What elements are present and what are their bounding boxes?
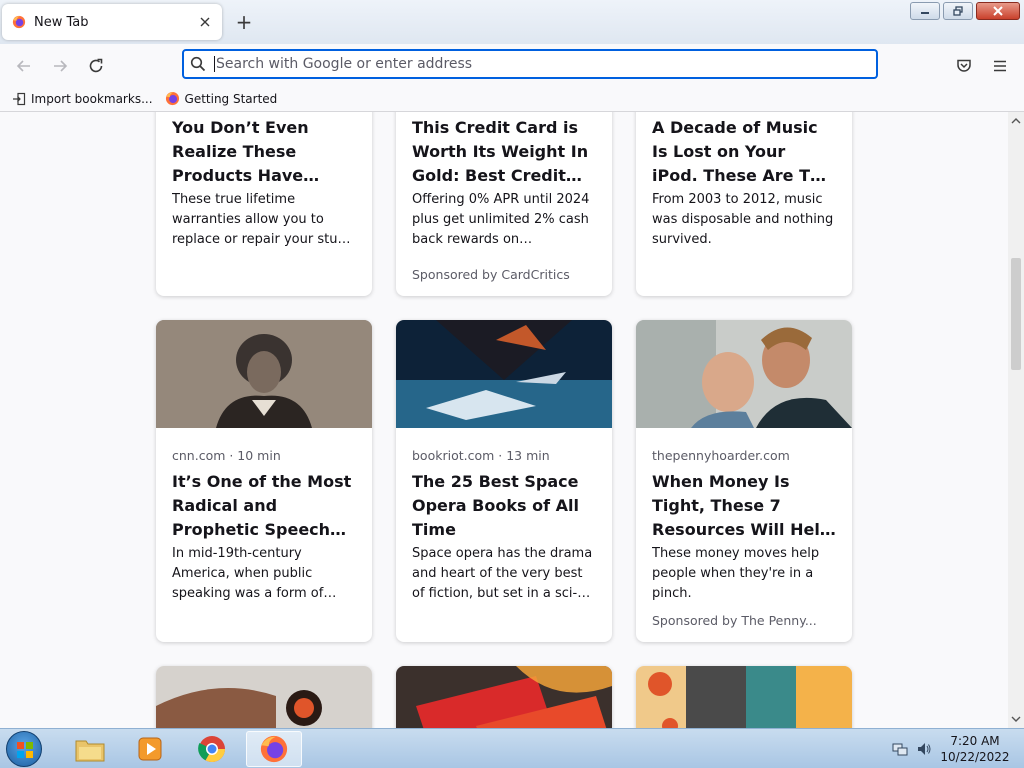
story-card[interactable]: You Don’t Even Realize These Products Ha… <box>156 112 372 296</box>
bookmarks-toolbar: Import bookmarks... Getting Started <box>0 86 1024 112</box>
pocket-button[interactable] <box>952 54 976 78</box>
tab-new-tab[interactable]: New Tab <box>2 4 222 40</box>
scroll-up-icon[interactable] <box>1011 116 1021 126</box>
address-placeholder: Search with Google or enter address <box>216 56 473 72</box>
story-title: The 25 Best Space Opera Books of All Tim… <box>412 472 579 539</box>
back-icon <box>16 60 30 72</box>
restore-icon <box>953 6 963 16</box>
close-icon <box>993 6 1003 16</box>
address-bar[interactable]: Search with Google or enter address <box>182 49 878 79</box>
bookmark-label: Import bookmarks... <box>31 91 153 106</box>
story-thumbnail <box>396 320 612 428</box>
story-excerpt: Offering 0% APR until 2024 plus get unli… <box>412 192 590 247</box>
bookmark-import[interactable]: Import bookmarks... <box>12 92 153 106</box>
forward-icon <box>54 60 68 72</box>
pocket-icon <box>957 59 971 72</box>
story-excerpt: From 2003 to 2012, music was disposable … <box>652 192 834 247</box>
sponsor-label: Sponsored by CardCritics <box>412 267 570 282</box>
back-button[interactable] <box>12 54 36 78</box>
title-bar: New Tab + <box>0 0 1024 44</box>
story-card[interactable]: A Decade of Music Is Lost on Your iPod. … <box>636 112 852 296</box>
tab-title: New Tab <box>34 14 89 30</box>
media-player-icon <box>138 737 162 761</box>
story-excerpt: Space opera has the drama and heart of t… <box>412 546 593 601</box>
story-thumbnail <box>156 320 372 428</box>
reload-button[interactable] <box>84 54 108 78</box>
system-tray: 7:20 AM 10/22/2022 <box>892 733 1010 765</box>
story-title: This Credit Card is Worth Its Weight In … <box>412 118 589 185</box>
firefox-icon <box>165 91 179 106</box>
explorer-icon <box>75 740 105 762</box>
story-thumbnail <box>636 320 852 428</box>
close-icon[interactable] <box>198 15 212 29</box>
bookmark-label: Getting Started <box>184 91 278 106</box>
story-source: bookriot.com · 13 min <box>412 448 550 463</box>
clock-time: 7:20 AM <box>950 734 1000 748</box>
window-controls <box>910 2 1020 20</box>
story-card[interactable] <box>156 666 372 728</box>
app-menu-button[interactable] <box>988 54 1012 78</box>
scrollbar-thumb[interactable] <box>1011 258 1021 370</box>
new-tab-page: You Don’t Even Realize These Products Ha… <box>0 112 1008 728</box>
story-excerpt: These true lifetime warranties allow you… <box>172 192 347 247</box>
restore-button[interactable] <box>943 2 973 20</box>
story-card[interactable]: This Credit Card is Worth Its Weight In … <box>396 112 612 296</box>
story-excerpt: These money moves help people when they'… <box>652 546 820 601</box>
text-caret <box>214 56 215 72</box>
firefox-icon <box>12 15 26 29</box>
taskbar-media-player[interactable] <box>122 731 178 767</box>
bookmark-getting-started[interactable]: Getting Started <box>165 91 278 106</box>
story-card[interactable]: thepennyhoarder.com When Money Is Tight,… <box>636 320 852 642</box>
window-close-button[interactable] <box>976 2 1020 20</box>
story-title: It’s One of the Most Radical and Prophet… <box>172 472 352 539</box>
story-card[interactable] <box>396 666 612 728</box>
story-source: cnn.com · 10 min <box>172 448 281 463</box>
search-icon <box>190 56 206 72</box>
network-icon[interactable] <box>892 741 908 757</box>
story-excerpt: In mid-19th-century America, when public… <box>172 546 324 601</box>
story-source: thepennyhoarder.com <box>652 448 790 463</box>
speaker-icon[interactable] <box>916 741 932 757</box>
sponsor-label: Sponsored by The Penny... <box>652 613 817 628</box>
story-thumbnail <box>156 666 372 728</box>
taskbar-explorer[interactable] <box>62 731 118 767</box>
import-icon <box>13 92 26 105</box>
minimize-icon <box>921 12 929 14</box>
taskbar-firefox[interactable] <box>246 731 302 767</box>
forward-button[interactable] <box>48 54 72 78</box>
story-card[interactable]: cnn.com · 10 min It’s One of the Most Ra… <box>156 320 372 642</box>
navigation-toolbar: Search with Google or enter address <box>0 44 1024 86</box>
start-button[interactable] <box>6 731 42 767</box>
story-title: When Money Is Tight, These 7 Resources W… <box>652 472 832 539</box>
page-scrollbar[interactable] <box>1008 112 1024 728</box>
menu-icon <box>994 60 1006 72</box>
story-thumbnail <box>636 666 852 728</box>
new-tab-button[interactable]: + <box>234 12 254 32</box>
story-card[interactable] <box>636 666 852 728</box>
story-thumbnail <box>396 666 612 728</box>
clock-date: 10/22/2022 <box>940 750 1010 764</box>
scroll-down-icon[interactable] <box>1011 714 1021 724</box>
windows-start-icon <box>17 742 33 758</box>
chrome-icon <box>198 736 226 763</box>
taskbar-chrome[interactable] <box>184 731 240 767</box>
taskbar-clock[interactable]: 7:20 AM 10/22/2022 <box>940 733 1010 765</box>
firefox-icon <box>260 735 288 763</box>
minimize-button[interactable] <box>910 2 940 20</box>
windows-taskbar: 7:20 AM 10/22/2022 <box>0 728 1024 768</box>
story-title: A Decade of Music Is Lost on Your iPod. … <box>652 118 833 185</box>
story-card[interactable]: bookriot.com · 13 min The 25 Best Space … <box>396 320 612 642</box>
reload-icon <box>89 58 103 73</box>
story-title: You Don’t Even Realize These Products Ha… <box>172 118 309 185</box>
